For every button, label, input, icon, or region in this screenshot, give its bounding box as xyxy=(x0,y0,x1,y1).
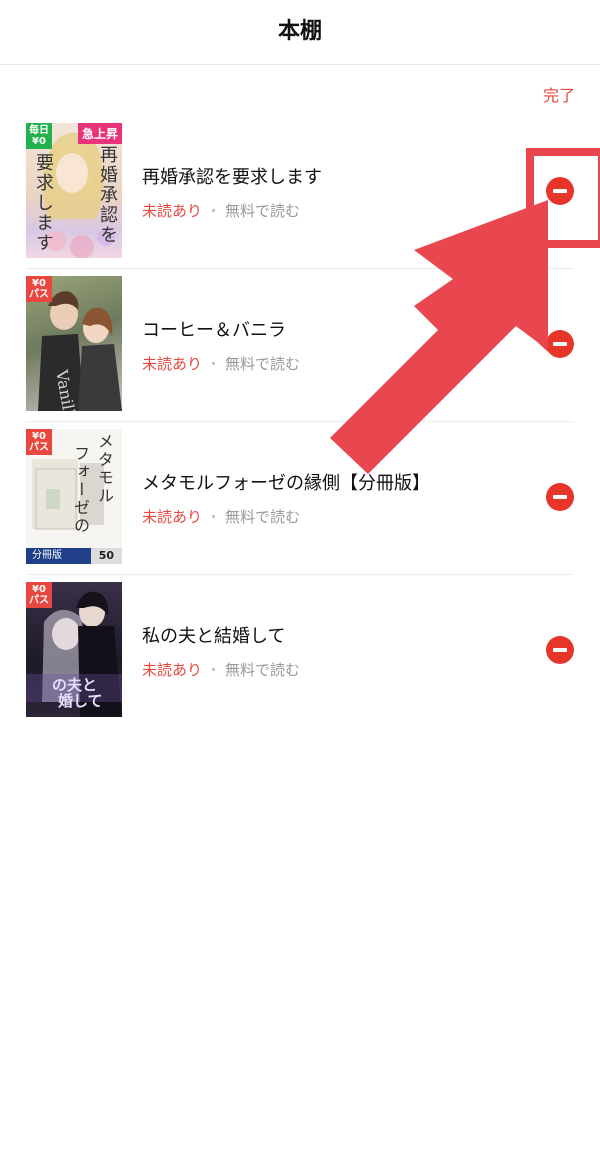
book-status: 未読あり・無料で読む xyxy=(142,659,300,680)
separator: ・ xyxy=(206,508,222,526)
book-status: 未読あり・無料で読む xyxy=(142,506,300,527)
pass-free-badge: ¥0 パス xyxy=(26,582,52,608)
unread-label: 未読あり xyxy=(142,355,203,373)
free-read-label[interactable]: 無料で読む xyxy=(225,355,300,373)
list-item[interactable]: Vanilla ¥0 パス コーヒー＆バニラ 未読あり・無料で読む xyxy=(0,269,600,422)
cover-title: メタモル xyxy=(95,433,114,505)
list-item[interactable]: ¥0 パス メタモル フォーゼの 分冊版 50 メタモルフォーゼの縁側【分冊版】… xyxy=(0,422,600,575)
cover-overlay-title: 婚して xyxy=(58,692,103,710)
cover-title: 要求します xyxy=(33,153,54,253)
pass-free-badge: ¥0 パス xyxy=(26,276,52,302)
header: 本棚 xyxy=(0,0,600,65)
free-read-label[interactable]: 無料で読む xyxy=(225,661,300,679)
book-cover[interactable]: の夫と 婚して ¥0 パス xyxy=(26,582,122,717)
bookshelf-list: 毎日 ¥0 急上昇 再婚承認を 要求します 再婚承認を要求します 未読あり・無料… xyxy=(0,116,600,728)
free-read-label[interactable]: 無料で読む xyxy=(225,202,300,220)
book-title[interactable]: コーヒー＆バニラ xyxy=(142,316,286,342)
minus-circle-icon xyxy=(553,495,567,499)
book-cover[interactable]: 毎日 ¥0 急上昇 再婚承認を 要求します xyxy=(26,123,122,258)
annotation-highlight-box xyxy=(526,148,600,248)
book-cover[interactable]: ¥0 パス メタモル フォーゼの 分冊版 50 xyxy=(26,429,122,564)
daily-free-badge: 毎日 ¥0 xyxy=(26,123,52,149)
page-title: 本棚 xyxy=(277,19,322,44)
free-read-label[interactable]: 無料で読む xyxy=(225,508,300,526)
minus-circle-icon xyxy=(553,648,567,652)
remove-button[interactable] xyxy=(546,483,574,511)
book-status: 未読あり・無料で読む xyxy=(142,353,300,374)
edition-strip: 分冊版 50 xyxy=(26,548,122,564)
book-cover[interactable]: Vanilla ¥0 パス xyxy=(26,276,122,411)
unread-label: 未読あり xyxy=(142,661,203,679)
book-title[interactable]: 私の夫と結婚して xyxy=(142,622,285,648)
cover-title: 再婚承認を xyxy=(97,145,118,245)
book-status: 未読あり・無料で読む xyxy=(142,200,300,221)
unread-label: 未読あり xyxy=(142,508,203,526)
separator: ・ xyxy=(206,661,222,679)
remove-button[interactable] xyxy=(546,330,574,358)
separator: ・ xyxy=(206,202,222,220)
separator: ・ xyxy=(206,355,222,373)
done-button[interactable]: 完了 xyxy=(543,82,575,106)
edition-label: 分冊版 xyxy=(32,550,62,561)
minus-circle-icon xyxy=(553,342,567,346)
list-item[interactable]: の夫と 婚して ¥0 パス 私の夫と結婚して 未読あり・無料で読む xyxy=(0,575,600,728)
remove-button[interactable] xyxy=(546,636,574,664)
book-title[interactable]: メタモルフォーゼの縁側【分冊版】 xyxy=(142,469,430,495)
volume-number: 50 xyxy=(90,548,122,564)
book-title[interactable]: 再婚承認を要求します xyxy=(142,163,322,189)
unread-label: 未読あり xyxy=(142,202,203,220)
cover-title: フォーゼの xyxy=(71,445,90,535)
list-item[interactable]: 毎日 ¥0 急上昇 再婚承認を 要求します 再婚承認を要求します 未読あり・無料… xyxy=(0,116,600,269)
pass-free-badge: ¥0 パス xyxy=(26,429,52,455)
trending-tag: 急上昇 xyxy=(77,123,122,144)
